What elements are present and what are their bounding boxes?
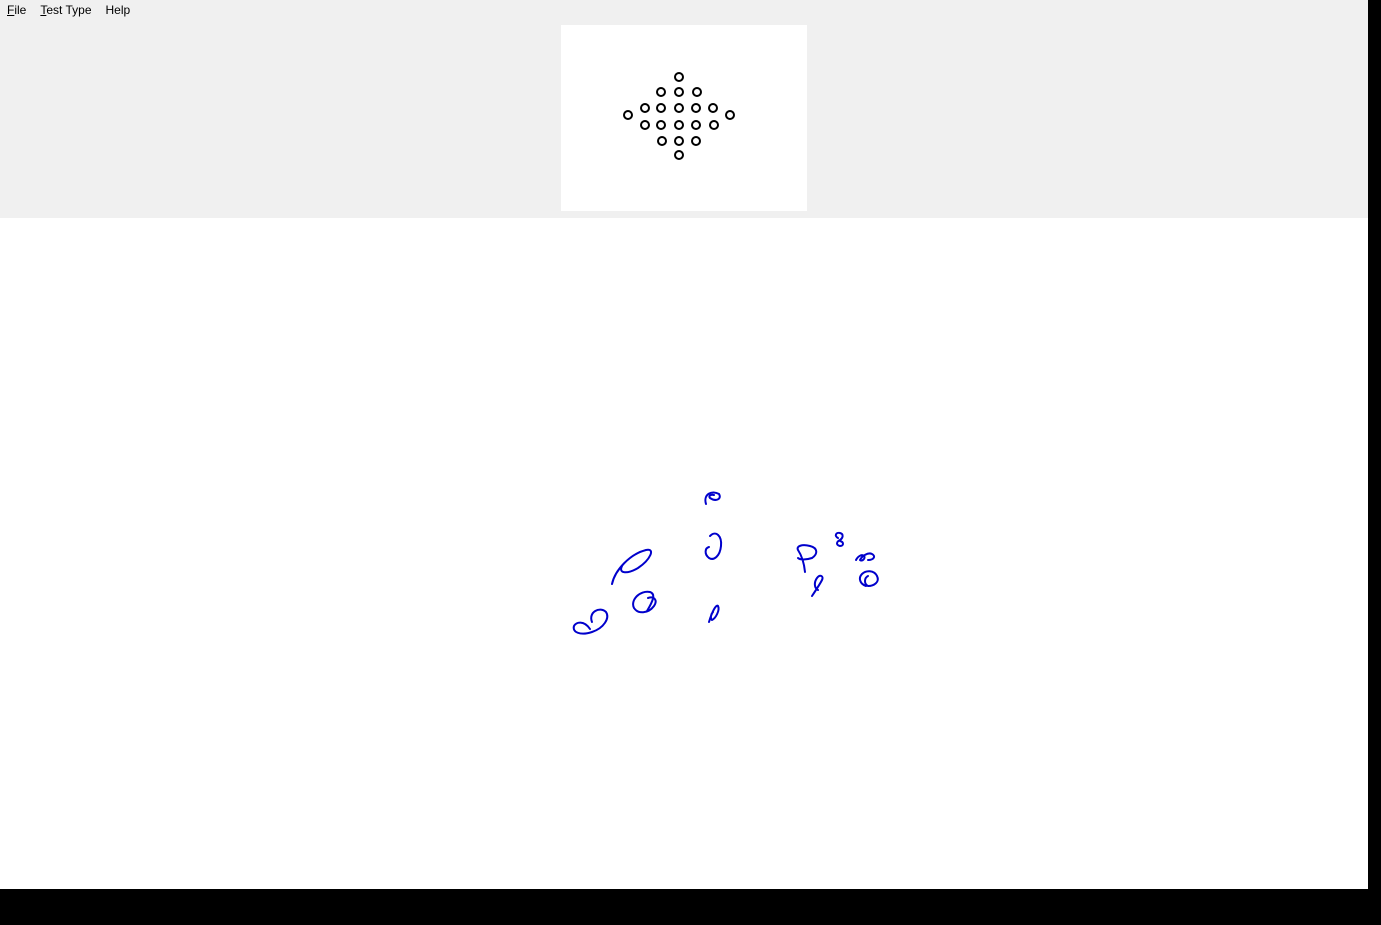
target-circle [674, 72, 684, 82]
ink-stroke [796, 544, 818, 573]
target-circle [674, 87, 684, 97]
ink-stroke [572, 608, 609, 635]
target-circle [674, 120, 684, 130]
ink-stroke [611, 548, 653, 585]
stimulus-panel: File Test Type Help [0, 0, 1368, 218]
target-circle [691, 103, 701, 113]
target-circle [640, 103, 650, 113]
ink-stroke [708, 604, 720, 623]
menu-file-label-rest: ile [14, 3, 27, 17]
menu-test-type-label-rest: est Type [46, 3, 92, 17]
target-circle [691, 136, 701, 146]
target-circle [674, 103, 684, 113]
ink-stroke [811, 574, 824, 597]
ink-stroke [632, 590, 657, 614]
ink-stroke [834, 531, 844, 547]
screen-bottom-strip [0, 889, 1381, 925]
menu-test-type[interactable]: Test Type [33, 0, 98, 20]
drawing-canvas[interactable] [0, 218, 1368, 889]
menu-help-label: Help [105, 3, 131, 17]
target-circle [656, 87, 666, 97]
ink-stroke [855, 552, 876, 562]
target-circle [709, 120, 719, 130]
menu-bar: File Test Type Help [0, 0, 137, 20]
target-circle [674, 150, 684, 160]
app-window: File Test Type Help [0, 0, 1368, 889]
window-border [1368, 0, 1381, 889]
ink-stroke [704, 532, 723, 560]
ink-layer [572, 491, 879, 635]
ink-stroke [858, 570, 879, 587]
ink-stroke [704, 491, 721, 505]
target-circle [708, 103, 718, 113]
target-circle [640, 120, 650, 130]
target-pattern-drawing [623, 72, 735, 160]
target-circle [674, 136, 684, 146]
target-circle [623, 110, 633, 120]
target-circle [657, 136, 667, 146]
target-pattern-box [561, 25, 807, 211]
target-circle [691, 120, 701, 130]
menu-file[interactable]: File [0, 0, 33, 20]
target-circle [725, 110, 735, 120]
target-circle [692, 87, 702, 97]
menu-help[interactable]: Help [99, 0, 138, 20]
target-circle [656, 103, 666, 113]
target-circle [656, 120, 666, 130]
